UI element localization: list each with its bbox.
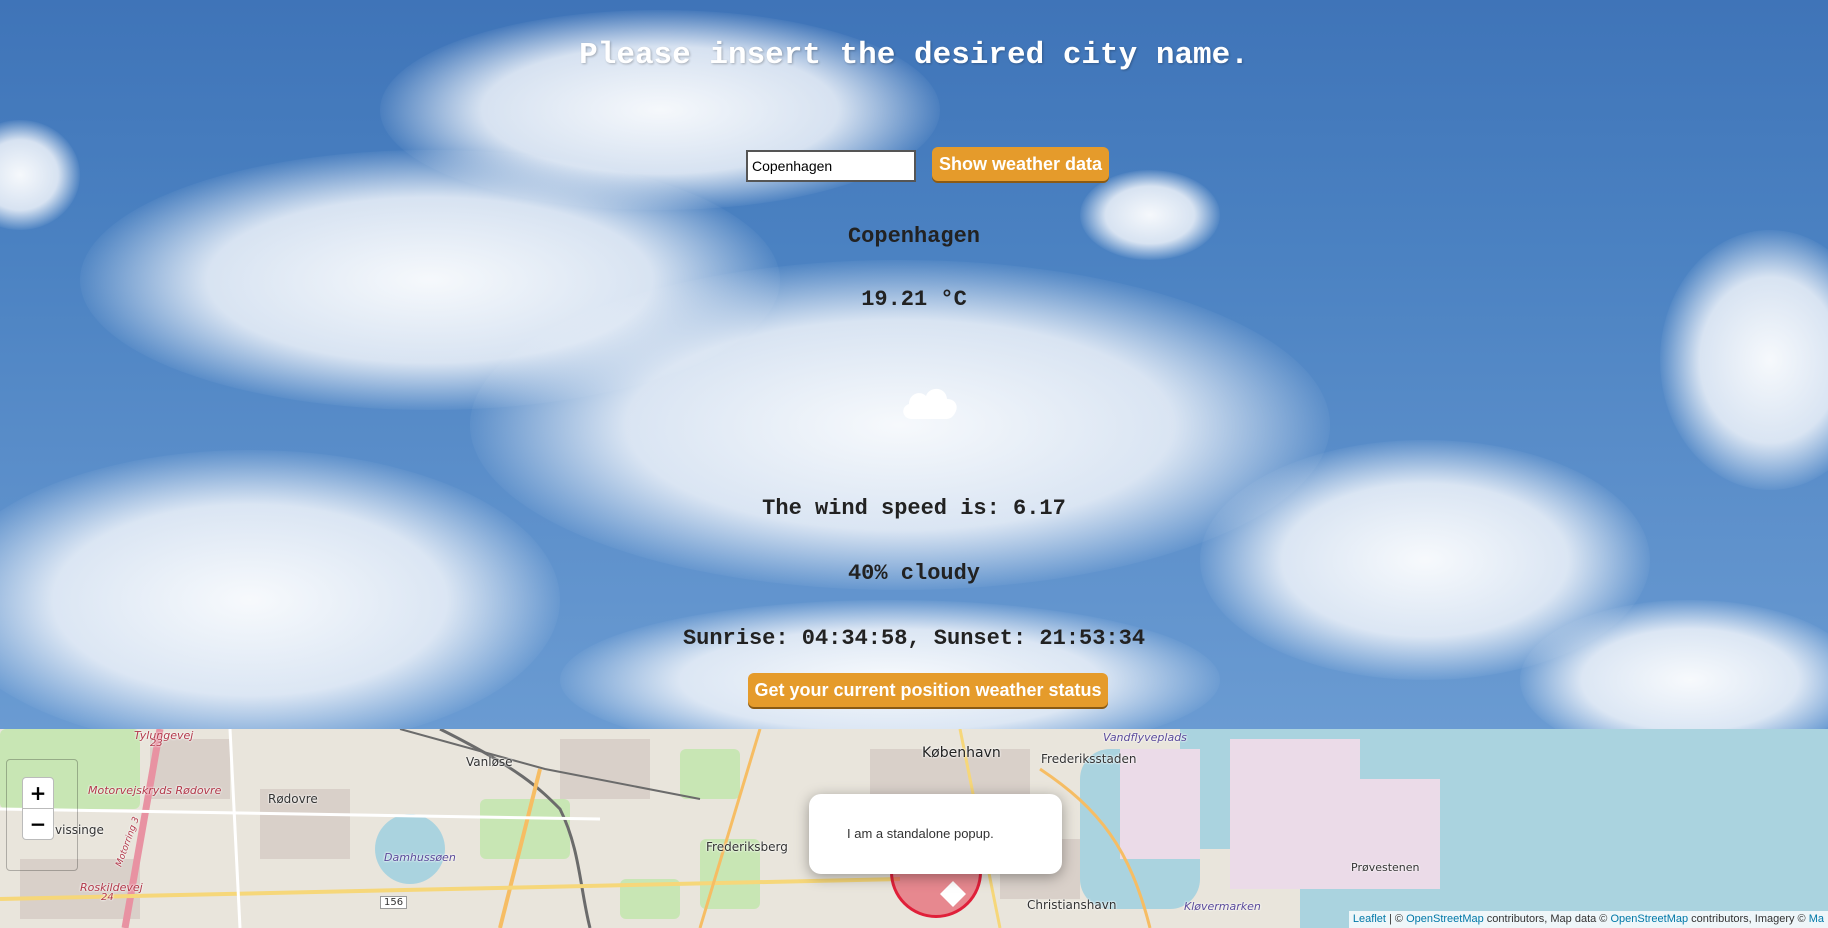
temperature: 19.21 °C	[861, 287, 967, 312]
cloud-icon	[903, 388, 957, 419]
attribution-text: contributors, Map data ©	[1483, 913, 1611, 925]
place-label: Vandflyveplads	[1103, 731, 1187, 744]
sunrise-sunset: Sunrise: 04:34:58, Sunset: 21:53:34	[682, 626, 1146, 651]
weather-panel: Please insert the desired city name. Sho…	[0, 0, 1828, 729]
road-name-label: Tylungevej	[134, 729, 194, 742]
current-position-button[interactable]: Get your current position weather status	[748, 673, 1108, 707]
place-label: Kløvermarken	[1184, 900, 1261, 913]
place-label: Rødovre	[268, 792, 318, 806]
road-number-label: 23	[150, 738, 163, 749]
road-name-label: Motorvejskryds Rødovre	[88, 784, 222, 797]
map-attribution: Leaflet | © OpenStreetMap contributors, …	[1348, 911, 1828, 928]
openstreetmap-link[interactable]: OpenStreetMap	[1406, 913, 1484, 925]
openstreetmap-link[interactable]: OpenStreetMap	[1610, 913, 1688, 925]
city-name: Copenhagen	[847, 224, 981, 249]
place-label: Frederiksstaden	[1041, 752, 1137, 766]
place-label: København	[922, 745, 1001, 761]
diamond-icon	[940, 881, 966, 907]
place-label: Christianshavn	[1027, 898, 1117, 912]
place-label: Frederiksberg	[706, 840, 788, 854]
leaflet-link[interactable]: Leaflet	[1353, 913, 1386, 925]
place-label: Damhussøen	[384, 851, 456, 864]
wind-speed: The wind speed is: 6.17	[762, 496, 1066, 521]
attribution-text: | ©	[1385, 913, 1407, 925]
place-label: Vanløse	[466, 755, 513, 769]
place-label: Prøvestenen	[1351, 861, 1420, 874]
cloudiness: 40% cloudy	[847, 561, 981, 586]
road-number-label: 156	[380, 896, 408, 909]
page-title: Please insert the desired city name.	[579, 38, 1249, 73]
road-number-label: 24	[101, 892, 114, 903]
city-input[interactable]	[746, 150, 916, 182]
show-weather-button[interactable]: Show weather data	[932, 147, 1109, 181]
mapbox-link[interactable]: Ma	[1809, 913, 1824, 925]
zoom-out-button[interactable]: −	[22, 808, 54, 840]
zoom-in-button[interactable]: +	[22, 777, 54, 809]
map-popup: I am a standalone popup.	[809, 794, 1062, 874]
attribution-text: contributors, Imagery ©	[1688, 913, 1809, 925]
